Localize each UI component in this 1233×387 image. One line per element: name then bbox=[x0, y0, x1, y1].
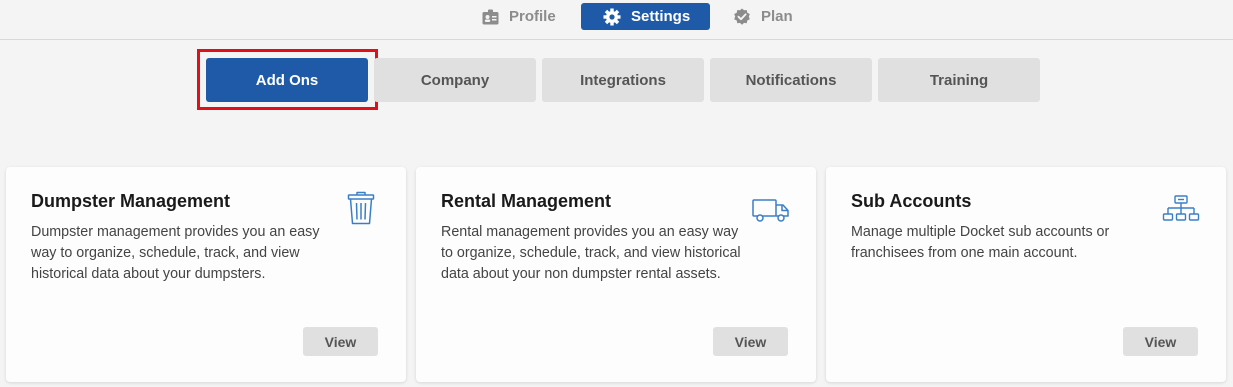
card-title: Dumpster Management bbox=[31, 191, 231, 211]
tab-training[interactable]: Training bbox=[878, 58, 1040, 102]
tab-add-ons[interactable]: Add Ons bbox=[206, 58, 368, 102]
gear-icon bbox=[603, 8, 621, 26]
view-button[interactable]: View bbox=[1123, 327, 1198, 356]
org-chart-icon bbox=[1162, 195, 1200, 228]
top-navigation: Profile Settings Plan bbox=[0, 0, 1233, 40]
nav-plan-label: Plan bbox=[761, 8, 793, 25]
card-description: Manage multiple Docket sub accounts or f… bbox=[851, 224, 1110, 261]
truck-icon bbox=[752, 199, 790, 228]
nav-profile[interactable]: Profile bbox=[482, 3, 556, 30]
addon-card-dumpster: Dumpster Management Dumpster management … bbox=[6, 167, 406, 382]
nav-settings-label: Settings bbox=[631, 8, 691, 25]
card-description: Dumpster management provides you an easy… bbox=[31, 224, 320, 282]
addon-card-rental: Rental Management Rental management prov… bbox=[416, 167, 816, 382]
check-badge-icon bbox=[733, 8, 751, 26]
addon-card-sub-accounts: Sub Accounts Manage multiple Docket sub … bbox=[826, 167, 1226, 382]
card-title: Sub Accounts bbox=[851, 191, 972, 211]
tab-company[interactable]: Company bbox=[374, 58, 536, 102]
nav-plan[interactable]: Plan bbox=[733, 3, 793, 30]
tab-integrations[interactable]: Integrations bbox=[542, 58, 704, 102]
card-description: Rental management provides you an easy w… bbox=[441, 224, 741, 282]
trash-can-icon bbox=[346, 191, 376, 230]
card-title: Rental Management bbox=[441, 191, 612, 211]
id-badge-icon bbox=[482, 9, 499, 25]
nav-settings[interactable]: Settings bbox=[581, 3, 711, 30]
nav-profile-label: Profile bbox=[509, 8, 556, 25]
view-button[interactable]: View bbox=[713, 327, 788, 356]
view-button[interactable]: View bbox=[303, 327, 378, 356]
tab-notifications[interactable]: Notifications bbox=[710, 58, 872, 102]
